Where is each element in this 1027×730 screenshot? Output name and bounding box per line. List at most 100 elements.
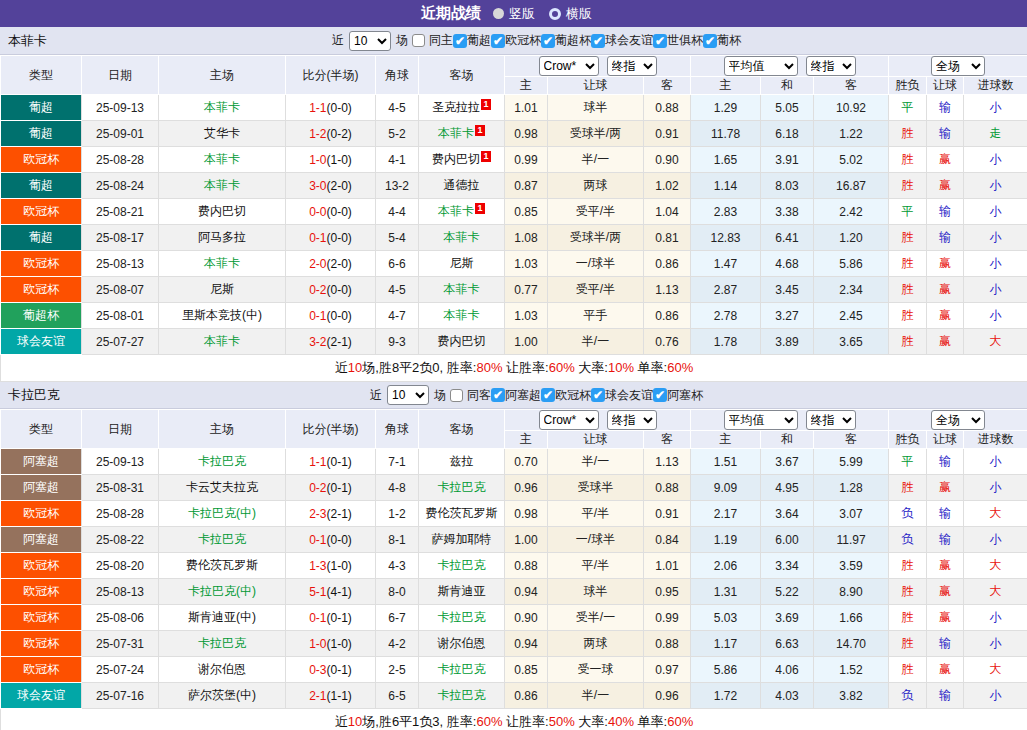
home-team-link[interactable]: 谢尔伯恩 [198,662,246,676]
match-count-select[interactable]: 10 [349,31,391,51]
away-team-link[interactable]: 本菲卡 [444,308,480,322]
home-team-link[interactable]: 本菲卡 [204,152,240,166]
league-type-cell: 葡超 [1,95,82,121]
away-team-link[interactable]: 费内巴切 [432,152,480,166]
league-checkbox[interactable]: ✔ [491,388,505,402]
home-team-link[interactable]: 阿马多拉 [198,230,246,244]
league-checkbox[interactable]: ✔ [453,34,467,48]
away-team-link[interactable]: 卡拉巴克 [438,480,486,494]
summary-text-run: 10% [608,360,634,375]
league-checkbox-label[interactable]: 世俱杯 [667,32,703,49]
league-checkbox-label[interactable]: 阿塞杯 [667,387,703,404]
scope-select[interactable]: 全场 [931,410,985,430]
asian-home-odds: 0.99 [505,147,548,173]
away-team-link[interactable]: 卡拉巴克 [438,610,486,624]
league-type-cell: 欧冠杯 [1,147,82,173]
home-team-link[interactable]: 费伦茨瓦罗斯 [186,558,258,572]
away-team-link[interactable]: 尼斯 [450,256,474,270]
radio-unselected-icon[interactable] [549,8,561,20]
home-team-link[interactable]: 艾华卡 [204,126,240,140]
league-checkbox-label[interactable]: 欧冠杯 [505,32,541,49]
league-checkbox[interactable]: ✔ [591,388,605,402]
score-cell: 1-1(0-0) [286,95,376,121]
radio-horizontal-label[interactable]: 横版 [566,5,592,23]
league-checkbox[interactable]: ✔ [541,388,555,402]
filter-suffix-label: 场 [396,32,408,49]
average-select[interactable]: 平均值 [724,410,798,430]
away-team-link[interactable]: 兹拉 [450,454,474,468]
league-checkbox-label[interactable]: 葡杯 [717,32,741,49]
same-venue-label[interactable]: 同主 [429,32,453,49]
europe-final-select[interactable]: 终指 [806,56,856,76]
handicap-final-select[interactable]: 终指 [607,410,657,430]
bookmaker-select[interactable]: Crow* [539,56,599,76]
goals-result-cell: 小 [964,95,1027,121]
home-team-link[interactable]: 本菲卡 [204,256,240,270]
league-checkbox[interactable]: ✔ [653,34,667,48]
away-team-link[interactable]: 卡拉巴克 [438,662,486,676]
home-team-link[interactable]: 卡拉巴克(中) [188,506,256,520]
away-team-link[interactable]: 卡拉巴克 [438,688,486,702]
handicap-final-select[interactable]: 终指 [607,56,657,76]
layout-radio-horizontal[interactable]: 横版 [549,5,592,23]
home-team-link[interactable]: 本菲卡 [204,334,240,348]
league-checkbox-label[interactable]: 葡超杯 [555,32,591,49]
home-team-link[interactable]: 里斯本竞技(中) [182,308,262,322]
match-count-select[interactable]: 10 [387,385,429,405]
away-team-link[interactable]: 本菲卡 [444,282,480,296]
asian-home-odds: 0.88 [505,553,548,579]
league-checkbox[interactable]: ✔ [591,34,605,48]
same-venue-checkbox[interactable] [412,34,425,47]
league-checkbox-label[interactable]: 球会友谊 [605,32,653,49]
result-cell: 胜 [889,277,927,303]
league-checkbox[interactable]: ✔ [703,34,717,48]
asian-handicap: 受球半/两 [548,225,644,251]
away-team-link[interactable]: 通德拉 [444,178,480,192]
away-team-link[interactable]: 费内巴切 [438,334,486,348]
away-team-link[interactable]: 圣克拉拉 [432,100,480,114]
home-team-link[interactable]: 卡拉巴克 [198,636,246,650]
home-team-link[interactable]: 尼斯 [210,282,234,296]
home-team-link[interactable]: 卡拉巴克 [198,532,246,546]
sub-header-2: 客 [644,431,691,449]
radio-vertical-label[interactable]: 竖版 [509,5,535,23]
away-team-link[interactable]: 卡拉巴克 [438,558,486,572]
score-cell: 0-1(0-0) [286,303,376,329]
home-team-link[interactable]: 本菲卡 [204,178,240,192]
home-team-link[interactable]: 卡拉巴克(中) [188,584,256,598]
away-team-link[interactable]: 本菲卡 [444,230,480,244]
corners-cell: 6-7 [376,605,419,631]
same-venue-checkbox[interactable] [450,389,463,402]
same-venue-label[interactable]: 同客 [467,387,491,404]
home-team-link[interactable]: 本菲卡 [204,100,240,114]
away-team-link[interactable]: 本菲卡 [438,126,474,140]
europe-final-select[interactable]: 终指 [806,410,856,430]
away-team-link[interactable]: 谢尔伯恩 [438,636,486,650]
asian-home-odds: 0.70 [505,449,548,475]
score-cell: 2-0(2-0) [286,251,376,277]
result-cell: 胜 [889,475,927,501]
asian-home-odds: 0.98 [505,121,548,147]
league-checkbox-label[interactable]: 葡超 [467,32,491,49]
layout-radio-vertical[interactable]: 竖版 [493,5,535,23]
asian-handicap: 半/一 [548,329,644,355]
home-team-link[interactable]: 卡云艾夫拉克 [186,480,258,494]
away-team-link[interactable]: 萨姆加耶特 [432,532,492,546]
league-checkbox[interactable]: ✔ [653,388,667,402]
league-checkbox-label[interactable]: 欧冠杯 [555,387,591,404]
league-checkbox-label[interactable]: 球会友谊 [605,387,653,404]
home-team-link[interactable]: 萨尔茨堡(中) [188,688,256,702]
bookmaker-select[interactable]: Crow* [539,410,599,430]
scope-select[interactable]: 全场 [931,56,985,76]
away-team-link[interactable]: 斯肯迪亚 [438,584,486,598]
home-team-link[interactable]: 费内巴切 [198,204,246,218]
away-team-link[interactable]: 本菲卡 [438,204,474,218]
league-checkbox-label[interactable]: 阿塞超 [505,387,541,404]
away-team-link[interactable]: 费伦茨瓦罗斯 [426,506,498,520]
league-checkbox[interactable]: ✔ [491,34,505,48]
average-select[interactable]: 平均值 [724,56,798,76]
home-team-link[interactable]: 卡拉巴克 [198,454,246,468]
league-checkbox[interactable]: ✔ [541,34,555,48]
home-team-link[interactable]: 斯肯迪亚(中) [188,610,256,624]
radio-selected-icon[interactable] [493,8,504,19]
